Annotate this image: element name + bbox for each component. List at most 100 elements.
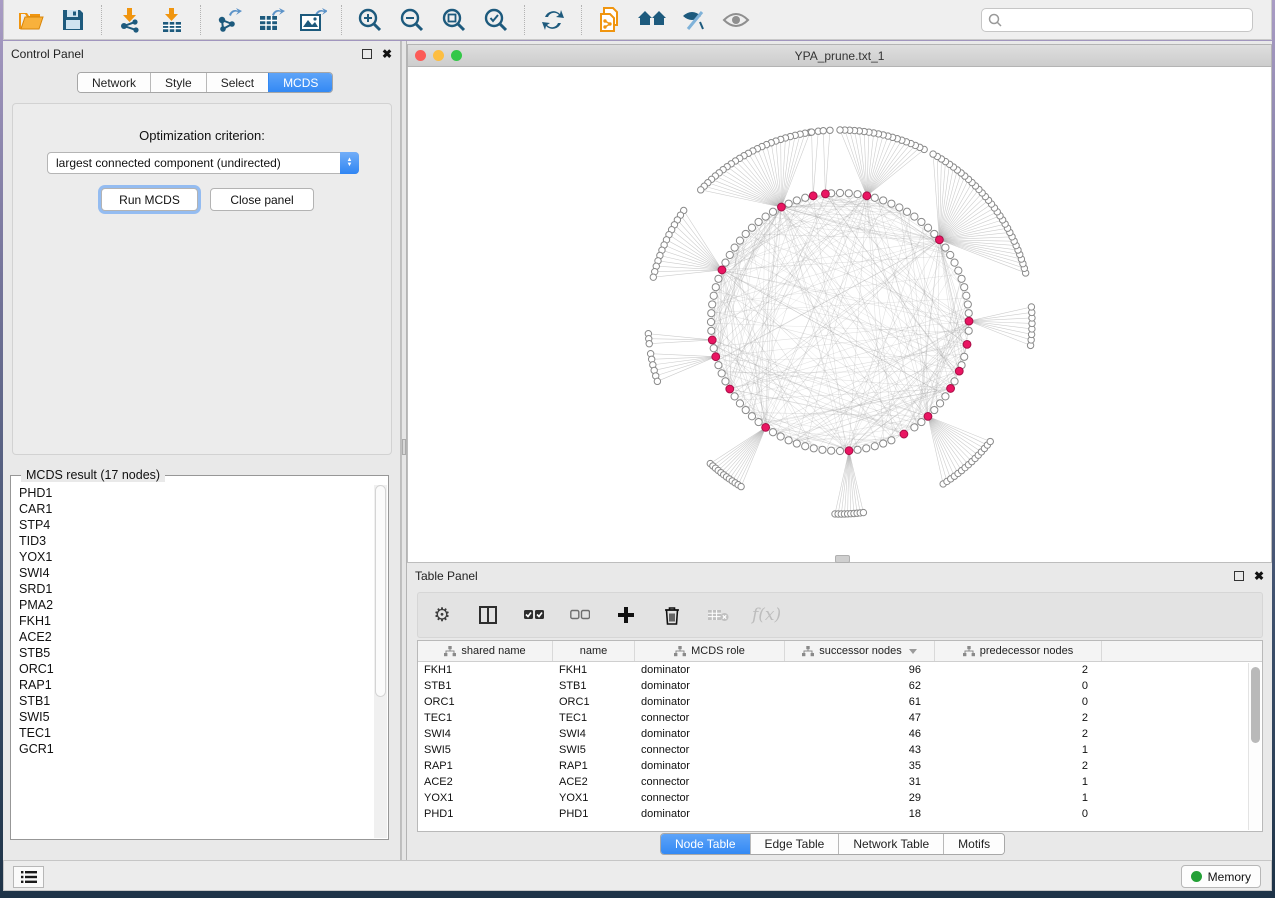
list-item[interactable]: STB5 — [19, 645, 374, 661]
search-input[interactable] — [1007, 13, 1246, 27]
table-row[interactable]: YOX1YOX1connector291 — [418, 790, 1262, 806]
close-panel-button[interactable]: Close panel — [210, 188, 314, 211]
tab-edge-table[interactable]: Edge Table — [750, 834, 839, 854]
sort-descending-icon — [909, 649, 917, 654]
tab-network[interactable]: Network — [78, 73, 150, 92]
list-icon — [21, 871, 37, 883]
network-graph[interactable] — [408, 67, 1271, 561]
network-resize-handle[interactable] — [835, 555, 850, 563]
duplicate-network-icon[interactable] — [589, 3, 631, 37]
table-row[interactable]: TEC1TEC1connector472 — [418, 710, 1262, 726]
list-item[interactable]: TID3 — [19, 533, 374, 549]
list-item[interactable]: FKH1 — [19, 613, 374, 629]
memory-status-icon — [1191, 871, 1202, 882]
table-panel: Table Panel ✖ ⚙ f(x) — [407, 563, 1272, 860]
task-history-button[interactable] — [13, 866, 44, 888]
run-mcds-button[interactable]: Run MCDS — [101, 188, 198, 211]
list-item[interactable]: SRD1 — [19, 581, 374, 597]
open-folder-icon[interactable] — [10, 3, 52, 37]
table-row[interactable]: SWI4SWI4dominator462 — [418, 726, 1262, 742]
list-item[interactable]: PHD1 — [19, 485, 374, 501]
apply-layout-icon[interactable] — [532, 3, 574, 37]
show-all-icon[interactable] — [715, 3, 757, 37]
table-settings-gear-icon[interactable]: ⚙ — [430, 603, 454, 627]
node-table[interactable]: shared name name MCDS role successor nod… — [417, 640, 1263, 832]
table-row[interactable]: FKH1FKH1dominator962 — [418, 662, 1262, 678]
toolbar-separator — [524, 5, 525, 35]
hide-selected-icon[interactable] — [673, 3, 715, 37]
add-column-icon[interactable] — [614, 603, 638, 627]
toolbar-separator — [101, 5, 102, 35]
tab-select[interactable]: Select — [206, 73, 268, 92]
control-panel-tabs: Network Style Select MCDS — [77, 72, 333, 93]
list-item[interactable]: CAR1 — [19, 501, 374, 517]
criterion-dropdown[interactable]: largest connected component (undirected)… — [47, 152, 359, 174]
mcds-result-title: MCDS result (17 nodes) — [21, 468, 165, 482]
import-network-icon[interactable] — [109, 3, 151, 37]
zoom-out-icon[interactable] — [391, 3, 433, 37]
list-item[interactable]: STB1 — [19, 693, 374, 709]
export-table-icon[interactable] — [250, 3, 292, 37]
table-tabs: Node Table Edge Table Network Table Moti… — [660, 833, 1005, 855]
table-panel-title: Table Panel — [415, 569, 1234, 583]
network-window-title: YPA_prune.txt_1 — [408, 49, 1271, 63]
network-window-titlebar[interactable]: YPA_prune.txt_1 — [407, 44, 1272, 67]
close-panel-icon[interactable]: ✖ — [382, 49, 392, 59]
table-scrollbar[interactable] — [1248, 663, 1261, 830]
zoom-in-icon[interactable] — [349, 3, 391, 37]
table-row[interactable]: ORC1ORC1dominator610 — [418, 694, 1262, 710]
control-panel: Control Panel ✖ Network Style Select MCD… — [3, 41, 401, 860]
list-item[interactable]: PMA2 — [19, 597, 374, 613]
export-image-icon[interactable] — [292, 3, 334, 37]
show-columns-icon[interactable] — [476, 603, 500, 627]
list-item[interactable]: SWI5 — [19, 709, 374, 725]
tab-network-table[interactable]: Network Table — [838, 834, 943, 854]
deselect-all-icon[interactable] — [568, 603, 592, 627]
network-view[interactable] — [407, 67, 1272, 563]
list-item[interactable]: RAP1 — [19, 677, 374, 693]
list-item[interactable]: ORC1 — [19, 661, 374, 677]
table-row[interactable]: SWI5SWI5connector431 — [418, 742, 1262, 758]
list-item[interactable]: TEC1 — [19, 725, 374, 741]
function-builder-icon: f(x) — [752, 605, 781, 625]
search-box[interactable] — [981, 8, 1253, 32]
toolbar-separator — [341, 5, 342, 35]
delete-column-icon[interactable] — [660, 603, 684, 627]
column-type-icon — [802, 646, 814, 657]
select-all-icon[interactable] — [522, 603, 546, 627]
table-toolbar: ⚙ f(x) — [417, 592, 1263, 638]
main-toolbar — [3, 0, 1272, 40]
table-row[interactable]: RAP1RAP1dominator352 — [418, 758, 1262, 774]
list-item[interactable]: YOX1 — [19, 549, 374, 565]
memory-button[interactable]: Memory — [1181, 865, 1261, 888]
export-network-icon[interactable] — [208, 3, 250, 37]
toolbar-separator — [200, 5, 201, 35]
list-item[interactable]: GCR1 — [19, 741, 374, 757]
column-header-predecessor-nodes[interactable]: predecessor nodes — [935, 641, 1102, 661]
table-row[interactable]: STB1STB1dominator620 — [418, 678, 1262, 694]
tab-mcds[interactable]: MCDS — [268, 73, 332, 92]
float-panel-icon[interactable] — [362, 49, 372, 59]
first-neighbors-icon[interactable] — [631, 3, 673, 37]
zoom-fit-icon[interactable] — [433, 3, 475, 37]
divider-handle[interactable] — [402, 439, 406, 455]
column-header-mcds-role[interactable]: MCDS role — [635, 641, 785, 661]
tab-node-table[interactable]: Node Table — [661, 834, 750, 854]
float-table-panel-icon[interactable] — [1234, 571, 1244, 581]
import-table-icon[interactable] — [151, 3, 193, 37]
column-header-name[interactable]: name — [553, 641, 635, 661]
table-row[interactable]: PHD1PHD1dominator180 — [418, 806, 1262, 822]
save-icon[interactable] — [52, 3, 94, 37]
zoom-selected-icon[interactable] — [475, 3, 517, 37]
result-scrollbar[interactable] — [374, 485, 387, 838]
mcds-result-list[interactable]: PHD1 CAR1 STP4 TID3 YOX1 SWI4 SRD1 PMA2 … — [12, 485, 374, 838]
tab-motifs[interactable]: Motifs — [943, 834, 1004, 854]
column-header-shared-name[interactable]: shared name — [418, 641, 553, 661]
column-header-successor-nodes[interactable]: successor nodes — [785, 641, 935, 661]
tab-style[interactable]: Style — [150, 73, 206, 92]
table-row[interactable]: ACE2ACE2connector311 — [418, 774, 1262, 790]
list-item[interactable]: STP4 — [19, 517, 374, 533]
list-item[interactable]: ACE2 — [19, 629, 374, 645]
list-item[interactable]: SWI4 — [19, 565, 374, 581]
close-table-panel-icon[interactable]: ✖ — [1254, 571, 1264, 581]
